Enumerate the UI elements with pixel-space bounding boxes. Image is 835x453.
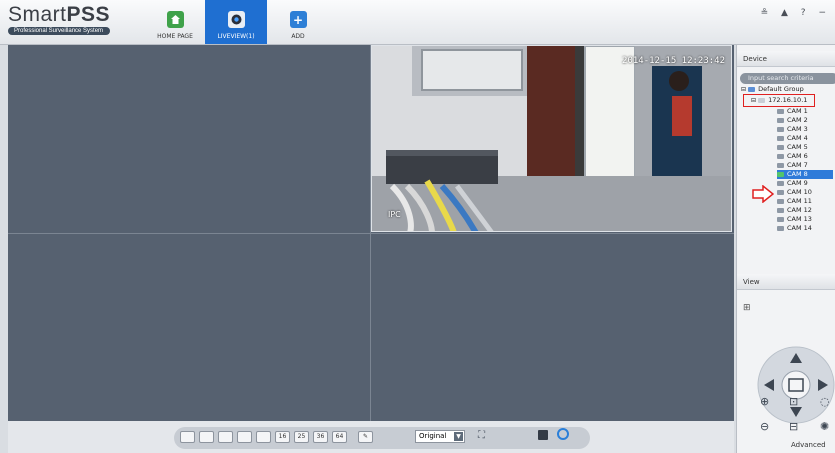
top-bar: SmartPSS Professional Surveillance Syste… (0, 0, 835, 45)
tree-camera-label: CAM 10 (787, 188, 812, 196)
tree-camera-label: CAM 4 (787, 134, 808, 142)
iris-open-icon[interactable]: ◌ (820, 395, 830, 408)
fullscreen-icon[interactable]: ⛶ (478, 430, 485, 441)
iris-close-icon[interactable]: ✺ (820, 420, 829, 433)
display-mode-select[interactable]: Original ▼ (415, 430, 465, 443)
camera-icon (777, 153, 784, 159)
window-controls[interactable]: ≗ ▲ ? − (761, 8, 831, 18)
bottom-toolbar: 16 25 36 64 ✎ Original ▼ ⛶ (8, 421, 734, 453)
tree-camera-item[interactable]: CAM 3 (777, 125, 833, 134)
tree-camera-label: CAM 3 (787, 125, 808, 133)
camera-icon (777, 198, 784, 204)
tree-camera-label: CAM 11 (787, 197, 812, 205)
chevron-down-icon: ▼ (454, 432, 463, 441)
camera-icon (777, 180, 784, 186)
tree-camera-label: CAM 13 (787, 215, 812, 223)
video-osd-label: IPC (388, 210, 401, 219)
tree-camera-item[interactable]: CAM 11 (777, 197, 833, 206)
tree-camera-label: CAM 12 (787, 206, 812, 214)
tree-camera-label: CAM 8 (787, 170, 808, 178)
focus-far-icon[interactable]: ⊟ (789, 420, 798, 433)
camera-icon (227, 11, 245, 28)
video-timestamp: 2014-12-15 12:23:42 (622, 56, 725, 66)
tree-camera-item[interactable]: CAM 7 (777, 161, 833, 170)
tree-group-default[interactable]: ⊟ Default Group (741, 85, 804, 94)
save-icon[interactable] (538, 430, 548, 440)
tree-camera-item[interactable]: CAM 10 (777, 188, 833, 197)
camera-icon (777, 144, 784, 150)
tree-camera-item[interactable]: CAM 12 (777, 206, 833, 215)
layout-4-button[interactable] (199, 431, 214, 443)
device-highlight-box (743, 94, 815, 107)
tab-add-label: ADD (291, 33, 305, 40)
tree-camera-item[interactable]: CAM 14 (777, 224, 833, 233)
camera-icon (777, 162, 784, 168)
tree-camera-item[interactable]: CAM 13 (777, 215, 833, 224)
tree-camera-label: CAM 9 (787, 179, 808, 187)
video-grid: 2014-12-15 12:23:42 IPC (8, 45, 734, 421)
grid-divider-horizontal (8, 233, 734, 234)
camera-feed-image (372, 46, 731, 231)
tree-camera-item[interactable]: CAM 4 (777, 134, 833, 143)
app-logo: SmartPSS Professional Surveillance Syste… (8, 3, 111, 35)
device-header: Device (737, 51, 835, 67)
red-arrow-icon (752, 185, 774, 203)
tab-liveview-label: LIVEVIEW(1) (217, 33, 255, 40)
tree-camera-label: CAM 1 (787, 107, 808, 115)
camera-icon (777, 216, 784, 222)
grid-view-icon[interactable]: ⊞ (743, 303, 751, 313)
layout-64-button[interactable]: 64 (332, 431, 347, 443)
camera-icon (777, 189, 784, 195)
tab-home-label: HOME PAGE (157, 33, 193, 40)
display-mode-value: Original (419, 432, 447, 440)
ptz-control[interactable] (756, 345, 835, 425)
tree-camera-label: CAM 6 (787, 152, 808, 160)
layout-8-button[interactable] (237, 431, 252, 443)
layout-25-button[interactable]: 25 (294, 431, 309, 443)
tree-camera-item[interactable]: CAM 8 (777, 170, 833, 179)
tree-camera-item[interactable]: CAM 5 (777, 143, 833, 152)
video-cell-active[interactable]: 2014-12-15 12:23:42 IPC (371, 45, 732, 232)
zoom-in-icon[interactable]: ⊕ (760, 395, 769, 408)
tree-camera-item[interactable]: CAM 6 (777, 152, 833, 161)
advanced-link[interactable]: Advanced (791, 441, 826, 449)
home-icon (166, 11, 184, 28)
zoom-out-icon[interactable]: ⊖ (760, 420, 769, 433)
camera-icon (777, 117, 784, 123)
tree-camera-item[interactable]: CAM 1 (777, 107, 833, 116)
tree-camera-item[interactable]: CAM 9 (777, 179, 833, 188)
tab-liveview[interactable]: LIVEVIEW(1) (205, 0, 267, 44)
layout-16-button[interactable]: 16 (275, 431, 290, 443)
camera-icon (777, 207, 784, 213)
tree-camera-label: CAM 2 (787, 116, 808, 124)
focus-near-icon[interactable]: ⊡ (789, 395, 798, 408)
camera-icon (777, 225, 784, 231)
tree-camera-label: CAM 7 (787, 161, 808, 169)
camera-icon (777, 135, 784, 141)
camera-icon (777, 108, 784, 114)
layout-6-button[interactable] (218, 431, 233, 443)
logo-subtitle: Professional Surveillance System (8, 27, 111, 35)
tab-add[interactable]: + ADD (270, 0, 326, 44)
camera-icon (777, 126, 784, 132)
layout-36-button[interactable]: 36 (313, 431, 328, 443)
tree-camera-label: CAM 5 (787, 143, 808, 151)
camera-icon (777, 171, 784, 177)
logo-text: SmartPSS (8, 3, 111, 26)
right-panel: Device Input search criteria ⊟ Default G… (736, 45, 835, 453)
edit-layout-icon[interactable]: ✎ (358, 431, 373, 443)
layout-9-button[interactable] (256, 431, 271, 443)
tree-camera-label: CAM 14 (787, 224, 812, 232)
tree-group-label: Default Group (758, 85, 804, 93)
layout-1-button[interactable] (180, 431, 195, 443)
tab-home-page[interactable]: HOME PAGE (144, 0, 206, 44)
refresh-icon[interactable] (557, 428, 569, 440)
device-search-input[interactable]: Input search criteria (740, 73, 835, 84)
tree-camera-item[interactable]: CAM 2 (777, 116, 833, 125)
plus-icon: + (289, 11, 307, 28)
view-header: View (737, 274, 835, 290)
folder-icon (748, 86, 756, 92)
